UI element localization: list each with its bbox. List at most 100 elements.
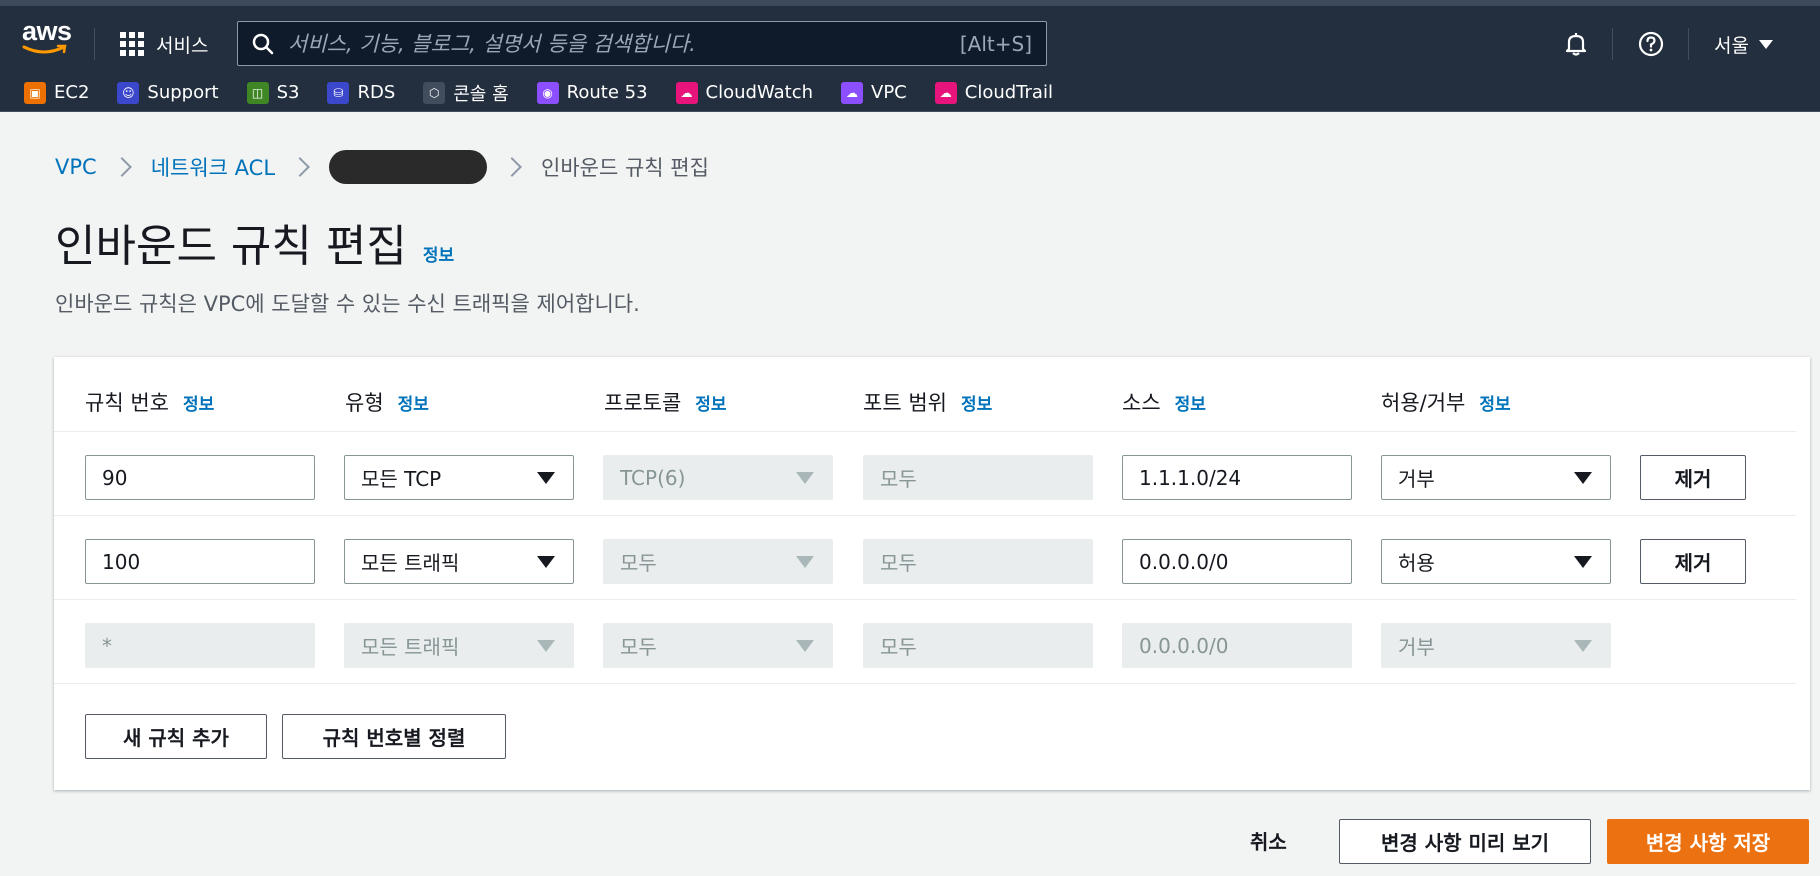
info-link[interactable]: 정보: [398, 390, 429, 415]
field-value: 모든 TCP: [361, 467, 442, 491]
caret-down-icon: [796, 472, 814, 484]
search-input[interactable]: [288, 31, 960, 56]
favorite-label: Route 53: [566, 82, 648, 103]
caret-down-icon: [1574, 556, 1592, 568]
chevron-right-icon: [290, 157, 310, 177]
allow-deny-select[interactable]: 허용: [1381, 539, 1611, 584]
favorite-console-home[interactable]: ⬡ 콘솔 홈: [423, 80, 509, 106]
protocol-select: 모두: [603, 539, 833, 584]
aws-smile-icon: [22, 44, 67, 54]
region-selector[interactable]: 서울: [1714, 28, 1773, 60]
search-box[interactable]: [Alt+S]: [237, 21, 1047, 66]
breadcrumb-current: 인바운드 규칙 편집: [541, 156, 709, 180]
remove-rule-button[interactable]: 제거: [1640, 539, 1746, 584]
page-info-link[interactable]: 정보: [423, 241, 454, 266]
route53-icon: ◉: [536, 81, 559, 104]
favorite-rds[interactable]: ⛁ RDS: [327, 81, 396, 104]
sort-rules-button[interactable]: 규칙 번호별 정렬: [282, 714, 506, 759]
caret-down-icon: [1574, 640, 1592, 652]
row-divider: [54, 683, 1796, 684]
favorite-ec2[interactable]: ▣ EC2: [24, 81, 89, 104]
row-divider: [54, 431, 1796, 432]
header-port-range: 포트 범위 정보: [863, 387, 992, 417]
aws-logo-text: aws: [22, 16, 72, 46]
source-input[interactable]: 0.0.0.0/0: [1122, 539, 1352, 584]
bell-icon: [1565, 33, 1587, 56]
grid-icon: [120, 32, 144, 56]
chevron-right-icon: [502, 157, 522, 177]
field-value: 거부: [1398, 635, 1435, 659]
notifications-button[interactable]: [1560, 28, 1592, 60]
favorite-label: CloudTrail: [964, 82, 1053, 103]
save-changes-button[interactable]: 변경 사항 저장: [1607, 819, 1809, 864]
protocol-select: 모두: [603, 623, 833, 668]
info-link[interactable]: 정보: [183, 390, 214, 415]
remove-rule-button[interactable]: 제거: [1640, 455, 1746, 500]
cancel-button[interactable]: 취소: [1250, 826, 1287, 855]
breadcrumb-redacted-nacl-id: [329, 150, 488, 184]
nav-divider: [1612, 28, 1613, 60]
rules-panel: 규칙 번호 정보 유형 정보 프로토콜 정보 포트 범위 정보 소스 정보 허용…: [54, 357, 1810, 790]
cloudtrail-icon: ☁: [934, 81, 957, 104]
aws-logo[interactable]: aws: [20, 16, 72, 58]
caret-down-icon: [796, 640, 814, 652]
page-title: 인바운드 규칙 편집: [55, 221, 407, 272]
favorite-route53[interactable]: ◉ Route 53: [536, 81, 648, 104]
favorite-support[interactable]: ☺ Support: [117, 81, 219, 104]
row-divider: [54, 515, 1796, 516]
breadcrumb-vpc-link[interactable]: VPC: [55, 155, 97, 179]
field-value: 모두: [880, 551, 917, 575]
header-label: 규칙 번호: [85, 391, 169, 415]
header-allow-deny: 허용/거부 정보: [1381, 387, 1511, 417]
header-label: 유형: [345, 391, 384, 415]
field-value: 모두: [880, 635, 917, 659]
search-shortcut: [Alt+S]: [959, 31, 1032, 56]
type-select: 모든 트래픽: [344, 623, 574, 668]
search-icon: [252, 33, 274, 54]
console-home-icon: ⬡: [423, 81, 446, 104]
favorite-cloudwatch[interactable]: ☁ CloudWatch: [675, 81, 813, 104]
services-menu-button[interactable]: 서비스: [120, 28, 208, 60]
field-value: 모두: [880, 467, 917, 491]
chevron-right-icon: [111, 157, 132, 177]
page-header: 인바운드 규칙 편집 정보: [55, 210, 454, 274]
rule-number-input[interactable]: 100: [85, 539, 315, 584]
field-value: 허용: [1398, 551, 1435, 575]
port-range-input: 모두: [863, 623, 1093, 668]
add-rule-button[interactable]: 새 규칙 추가: [85, 714, 267, 759]
rds-icon: ⛁: [327, 81, 350, 104]
favorite-cloudtrail[interactable]: ☁ CloudTrail: [934, 81, 1053, 104]
info-link[interactable]: 정보: [1479, 390, 1510, 415]
favorite-label: S3: [276, 82, 300, 103]
ec2-icon: ▣: [24, 81, 46, 104]
caret-down-icon: [537, 556, 555, 568]
field-value: 모든 트래픽: [361, 635, 460, 659]
help-button[interactable]: [1635, 28, 1667, 60]
favorite-vpc[interactable]: ☁ VPC: [841, 81, 907, 104]
breadcrumb-nacl-link[interactable]: 네트워크 ACL: [151, 152, 275, 182]
breadcrumb: VPC 네트워크 ACL 인바운드 규칙 편집: [55, 150, 709, 184]
type-select[interactable]: 모든 트래픽: [344, 539, 574, 584]
field-value: 모두: [620, 635, 657, 659]
favorite-label: 콘솔 홈: [453, 83, 509, 105]
header-label: 프로토콜: [604, 391, 682, 415]
allow-deny-select[interactable]: 거부: [1381, 455, 1611, 500]
info-link[interactable]: 정보: [1175, 390, 1206, 415]
preview-changes-button[interactable]: 변경 사항 미리 보기: [1339, 819, 1591, 864]
row-divider: [54, 599, 1796, 600]
rule-number-input[interactable]: 90: [85, 455, 315, 500]
page-description: 인바운드 규칙은 VPC에 도달할 수 있는 수신 트래픽을 제어합니다.: [55, 292, 640, 316]
favorite-s3[interactable]: ◫ S3: [246, 81, 300, 104]
source-input[interactable]: 1.1.1.0/24: [1122, 455, 1352, 500]
info-link[interactable]: 정보: [961, 390, 992, 415]
header-label: 허용/거부: [1381, 391, 1466, 415]
header-label: 소스: [1122, 391, 1161, 415]
favorite-label: RDS: [357, 82, 396, 103]
caret-down-icon: [796, 556, 814, 568]
source-input: 0.0.0.0/0: [1122, 623, 1352, 668]
info-link[interactable]: 정보: [695, 390, 726, 415]
type-select[interactable]: 모든 TCP: [344, 455, 574, 500]
field-value: 0.0.0.0/0: [1139, 549, 1229, 574]
field-value: 모든 트래픽: [361, 551, 460, 575]
nav-divider: [94, 28, 95, 60]
